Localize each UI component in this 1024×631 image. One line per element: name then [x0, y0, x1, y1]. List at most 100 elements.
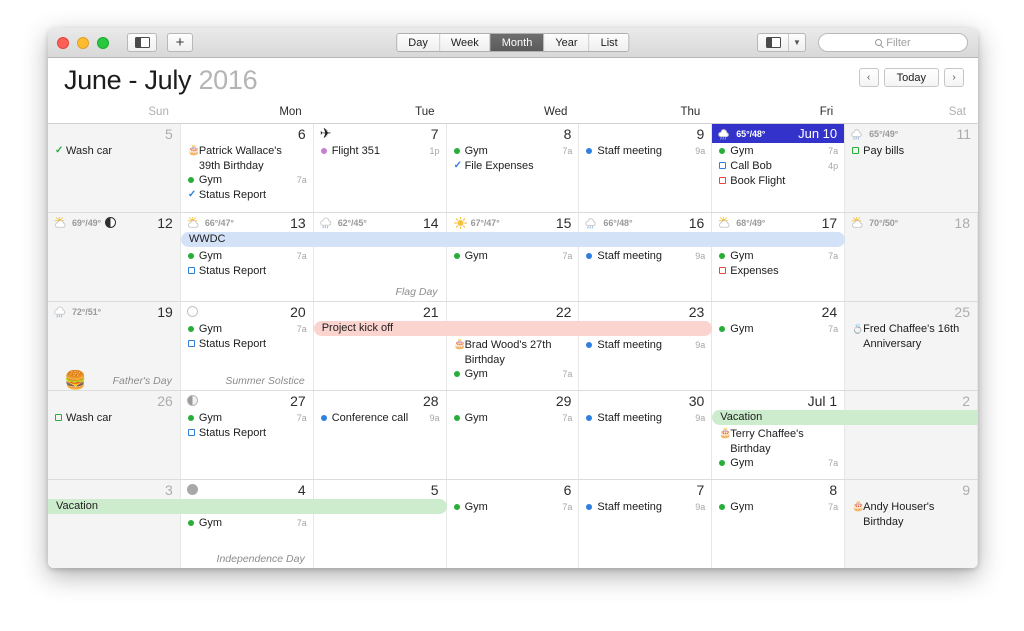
calendar-event[interactable]: 💍 Fred Chaffee's 16th Anniversary: [845, 322, 977, 351]
next-month-button[interactable]: ›: [944, 68, 964, 87]
calendar-event[interactable]: Gym 7a: [712, 322, 844, 337]
calendar-event[interactable]: Gym 7a: [712, 456, 844, 471]
calendar-panel-icon[interactable]: [758, 34, 788, 51]
calendar-event[interactable]: Gym 7a: [712, 500, 844, 515]
calendar-event[interactable]: Wash car: [48, 411, 180, 426]
multi-day-event-banner[interactable]: Vacation: [712, 410, 978, 425]
calendar-event[interactable]: 🎂 Brad Wood's 27th Birthday: [447, 338, 579, 367]
calendar-event[interactable]: 🎂 Patrick Wallace's 39th Birthday: [181, 144, 313, 173]
day-cell[interactable]: 23 Staff meeting 9a: [579, 302, 713, 390]
zoom-window-button[interactable]: [97, 36, 109, 49]
day-cell[interactable]: 4 Gym 7a Independence Day: [180, 480, 314, 568]
day-cell[interactable]: 21: [313, 302, 447, 390]
day-cell[interactable]: 69°/49° 12: [48, 213, 181, 301]
day-cell[interactable]: 24 Gym 7a: [712, 302, 846, 390]
calendar-event[interactable]: Gym 7a: [712, 144, 844, 159]
weather-summary: 66°/48°: [585, 217, 633, 229]
day-cell[interactable]: 25 💍 Fred Chaffee's 16th Anniversary: [845, 302, 978, 390]
day-cell[interactable]: 27 Gym 7a Status Report: [180, 391, 314, 479]
event-time: 7a: [296, 175, 307, 185]
day-cell[interactable]: 7 Staff meeting 9a: [579, 480, 713, 568]
calendar-list-button[interactable]: ▼: [757, 33, 806, 52]
calendar-event[interactable]: Call Bob 4p: [712, 159, 844, 174]
day-cell[interactable]: 2: [845, 391, 978, 479]
calendar-event[interactable]: 🎂 Andy Houser's Birthday: [845, 500, 977, 529]
today-button[interactable]: Today: [883, 68, 939, 87]
calendar-event[interactable]: Gym 7a: [447, 144, 579, 159]
calendar-event[interactable]: Flight 351 1p: [314, 144, 446, 159]
day-cell[interactable]: 62°/45° 14 Flag Day: [313, 213, 447, 301]
tab-year[interactable]: Year: [544, 34, 590, 51]
calendar-event[interactable]: Staff meeting 9a: [579, 411, 711, 426]
day-cell[interactable]: 65°/48° Jun 10 Gym 7a Call Bob 4p Book Flight: [712, 124, 846, 212]
chevron-down-icon[interactable]: ▼: [788, 34, 805, 51]
minimize-window-button[interactable]: [77, 36, 89, 49]
multi-day-event-banner[interactable]: Project kick off: [313, 321, 713, 336]
day-cell[interactable]: 66°/47° 13 Gym 7a Status Report: [180, 213, 314, 301]
calendar-event[interactable]: Gym 7a: [447, 500, 579, 515]
view-mode-segmented-control[interactable]: Day Week Month Year List: [396, 33, 630, 52]
tab-month[interactable]: Month: [490, 34, 545, 51]
calendar-event[interactable]: Gym 7a: [181, 516, 313, 531]
day-cell[interactable]: 22 🎂 Brad Wood's 27th Birthday Gym 7a: [446, 302, 580, 390]
day-cell[interactable]: 28 Conference call 9a: [313, 391, 447, 479]
day-cell[interactable]: Jul 1 🎂 Terry Chaffee's Birthday Gym 7a: [712, 391, 846, 479]
calendar-event[interactable]: Gym 7a: [181, 411, 313, 426]
calendar-event[interactable]: Staff meeting 9a: [579, 500, 711, 515]
close-window-button[interactable]: [57, 36, 69, 49]
day-cell[interactable]: 5: [313, 480, 447, 568]
day-cell[interactable]: 5 ✓ Wash car: [48, 124, 181, 212]
search-input[interactable]: Filter: [818, 33, 968, 52]
day-cell[interactable]: 70°/50° 18: [845, 213, 978, 301]
multi-day-event-banner[interactable]: Vacation: [48, 499, 447, 514]
previous-month-button[interactable]: ‹: [858, 68, 879, 87]
calendar-event[interactable]: Status Report: [181, 264, 313, 279]
anniversary-ring-icon: 💍: [852, 324, 864, 334]
multi-day-event-banner[interactable]: WWDC: [180, 232, 846, 247]
day-cell[interactable]: 8 Gym 7a: [712, 480, 846, 568]
day-cell[interactable]: 20 Gym 7a Status Report Summer Solstice: [180, 302, 314, 390]
day-cell[interactable]: ✈ 7 Flight 351 1p: [313, 124, 447, 212]
moon-phase-icon: [105, 217, 117, 228]
day-cell[interactable]: 66°/48° 16 Staff meeting 9a: [579, 213, 713, 301]
tab-list[interactable]: List: [589, 34, 629, 51]
calendar-event[interactable]: Expenses: [712, 264, 844, 279]
calendar-event[interactable]: Pay bills: [845, 144, 978, 159]
day-cell[interactable]: 26 Wash car: [48, 391, 181, 479]
day-cell[interactable]: 8 Gym 7a ✓ File Expenses: [446, 124, 580, 212]
weather-temps: 69°/49°: [72, 217, 102, 228]
calendar-event[interactable]: ✓ Status Report: [181, 188, 313, 203]
calendar-event[interactable]: ✓ File Expenses: [447, 159, 579, 174]
calendar-event[interactable]: Staff meeting 9a: [579, 338, 711, 353]
calendar-event[interactable]: Staff meeting 9a: [579, 249, 711, 264]
tab-day[interactable]: Day: [397, 34, 440, 51]
day-cell[interactable]: 30 Staff meeting 9a: [579, 391, 713, 479]
day-cell[interactable]: 68°/49° 17 Gym 7a Expenses: [712, 213, 846, 301]
day-cell[interactable]: 67°/47° 15 Gym 7a: [446, 213, 580, 301]
day-cell[interactable]: 6 Gym 7a: [446, 480, 580, 568]
add-event-button[interactable]: +: [167, 33, 193, 52]
tab-week[interactable]: Week: [439, 34, 491, 51]
calendar-event[interactable]: Book Flight: [712, 174, 844, 189]
day-cell[interactable]: 6 🎂 Patrick Wallace's 39th Birthday Gym 7a ✓ S…: [180, 124, 314, 212]
calendar-event[interactable]: Gym 7a: [181, 322, 313, 337]
calendar-event[interactable]: Staff meeting 9a: [579, 144, 711, 159]
calendar-event[interactable]: Gym 7a: [447, 249, 579, 264]
day-cell[interactable]: 29 Gym 7a: [446, 391, 580, 479]
day-cell[interactable]: 72°/51° 19 🍔 Father's Day: [48, 302, 181, 390]
calendar-event[interactable]: Gym 7a: [447, 367, 579, 382]
calendar-event[interactable]: Status Report: [181, 426, 313, 441]
day-cell[interactable]: 3: [48, 480, 181, 568]
calendar-event[interactable]: Status Report: [181, 337, 313, 352]
calendar-event[interactable]: ✓ Wash car: [48, 144, 180, 159]
day-cell[interactable]: 65°/49° 11 Pay bills: [845, 124, 978, 212]
day-cell[interactable]: 9 🎂 Andy Houser's Birthday: [845, 480, 978, 568]
calendar-event[interactable]: Conference call 9a: [314, 411, 446, 426]
day-cell[interactable]: 9 Staff meeting 9a: [579, 124, 713, 212]
sidebar-toggle-button[interactable]: [127, 33, 157, 52]
calendar-event[interactable]: 🎂 Terry Chaffee's Birthday: [712, 427, 844, 456]
calendar-event[interactable]: Gym 7a: [181, 249, 313, 264]
calendar-event[interactable]: Gym 7a: [181, 173, 313, 188]
calendar-event[interactable]: Gym 7a: [712, 249, 844, 264]
calendar-event[interactable]: Gym 7a: [447, 411, 579, 426]
